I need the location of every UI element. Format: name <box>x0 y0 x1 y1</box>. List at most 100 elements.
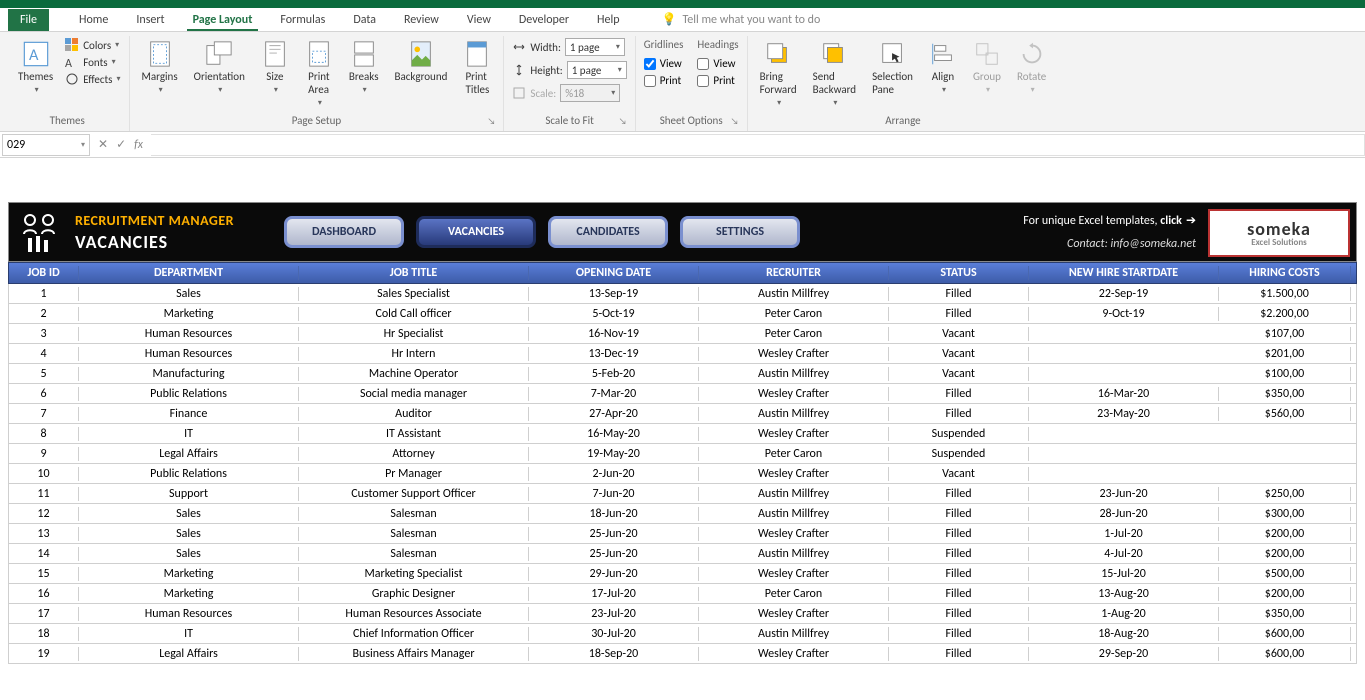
orientation-button[interactable]: Orientation▾ <box>190 38 249 97</box>
cell-rec[interactable]: Peter Caron <box>699 447 889 461</box>
cell-open[interactable]: 25-Jun-20 <box>529 527 699 541</box>
cell-cost[interactable]: $560,00 <box>1219 407 1351 421</box>
cell-title[interactable]: Customer Support Officer <box>299 487 529 501</box>
table-row[interactable]: 4Human ResourcesHr Intern13-Dec-19Wesley… <box>8 344 1357 364</box>
cell-title[interactable]: Graphic Designer <box>299 587 529 601</box>
themes-button[interactable]: A Themes▾ <box>14 38 57 97</box>
tab-view[interactable]: View <box>461 9 497 31</box>
height-input[interactable]: 1 page▾ <box>567 61 627 79</box>
scale-launcher-icon[interactable]: ↘ <box>619 116 627 127</box>
table-row[interactable]: 13SalesSalesman25-Jun-20Wesley CrafterFi… <box>8 524 1357 544</box>
tab-help[interactable]: Help <box>591 9 626 31</box>
cell-id[interactable]: 18 <box>9 627 79 641</box>
cell-cost[interactable]: $600,00 <box>1219 627 1351 641</box>
cell-open[interactable]: 29-Jun-20 <box>529 567 699 581</box>
name-box[interactable]: 029▾ <box>2 134 90 156</box>
cell-title[interactable]: Attorney <box>299 447 529 461</box>
table-row[interactable]: 19Legal AffairsBusiness Affairs Manager1… <box>8 644 1357 664</box>
cell-title[interactable]: Salesman <box>299 547 529 561</box>
cell-cost[interactable]: $201,00 <box>1219 347 1351 361</box>
cell-status[interactable]: Filled <box>889 607 1029 621</box>
cell-id[interactable]: 7 <box>9 407 79 421</box>
cell-dept[interactable]: Marketing <box>79 307 299 321</box>
col-department[interactable]: DEPARTMENT <box>79 266 299 280</box>
width-input[interactable]: 1 page▾ <box>565 38 625 56</box>
breaks-button[interactable]: Breaks▾ <box>345 38 383 97</box>
margins-button[interactable]: Margins▾ <box>138 38 182 97</box>
cell-dept[interactable]: Public Relations <box>79 467 299 481</box>
cell-hire[interactable]: 4-Jul-20 <box>1029 547 1219 561</box>
cell-rec[interactable]: Austin Millfrey <box>699 367 889 381</box>
cell-rec[interactable]: Peter Caron <box>699 307 889 321</box>
col-recruiter[interactable]: RECRUITER <box>699 266 889 280</box>
cell-cost[interactable]: $300,00 <box>1219 507 1351 521</box>
someka-logo[interactable]: somekaExcel Solutions <box>1208 209 1350 257</box>
cell-title[interactable]: Hr Intern <box>299 347 529 361</box>
print-area-button[interactable]: Print Area▾ <box>301 38 337 110</box>
col-opening-date[interactable]: OPENING DATE <box>529 266 699 280</box>
cell-open[interactable]: 16-Nov-19 <box>529 327 699 341</box>
cell-status[interactable]: Filled <box>889 587 1029 601</box>
cell-dept[interactable]: Human Resources <box>79 607 299 621</box>
tab-formulas[interactable]: Formulas <box>274 9 331 31</box>
nav-vacancies-button[interactable]: VACANCIES <box>416 216 536 248</box>
cell-status[interactable]: Suspended <box>889 427 1029 441</box>
table-row[interactable]: 7FinanceAuditor27-Apr-20Austin MillfreyF… <box>8 404 1357 424</box>
cell-open[interactable]: 18-Sep-20 <box>529 647 699 661</box>
cell-dept[interactable]: Sales <box>79 527 299 541</box>
cell-dept[interactable]: Support <box>79 487 299 501</box>
headings-view-check[interactable]: View <box>697 57 738 70</box>
cell-dept[interactable]: Legal Affairs <box>79 647 299 661</box>
page-setup-launcher-icon[interactable]: ↘ <box>487 116 495 127</box>
cell-rec[interactable]: Wesley Crafter <box>699 607 889 621</box>
cell-id[interactable]: 16 <box>9 587 79 601</box>
table-row[interactable]: 11SupportCustomer Support Officer7-Jun-2… <box>8 484 1357 504</box>
cell-status[interactable]: Filled <box>889 527 1029 541</box>
cell-hire[interactable]: 1-Jul-20 <box>1029 527 1219 541</box>
cell-dept[interactable]: Sales <box>79 507 299 521</box>
cell-open[interactable]: 19-May-20 <box>529 447 699 461</box>
cell-status[interactable]: Filled <box>889 567 1029 581</box>
enter-icon[interactable]: ✓ <box>116 137 126 152</box>
fx-button[interactable]: fx <box>134 138 143 152</box>
tab-data[interactable]: Data <box>347 9 382 31</box>
table-row[interactable]: 10Public RelationsPr Manager2-Jun-20Wesl… <box>8 464 1357 484</box>
cell-dept[interactable]: Legal Affairs <box>79 447 299 461</box>
cell-id[interactable]: 10 <box>9 467 79 481</box>
cell-id[interactable]: 2 <box>9 307 79 321</box>
cell-open[interactable]: 25-Jun-20 <box>529 547 699 561</box>
cell-open[interactable]: 27-Apr-20 <box>529 407 699 421</box>
cell-cost[interactable]: $100,00 <box>1219 367 1351 381</box>
table-row[interactable]: 15MarketingMarketing Specialist29-Jun-20… <box>8 564 1357 584</box>
tab-home[interactable]: Home <box>73 9 114 31</box>
tab-developer[interactable]: Developer <box>513 9 575 31</box>
tell-me-search[interactable]: 💡 Tell me what you want to do <box>662 12 821 27</box>
cell-cost[interactable]: $2.200,00 <box>1219 307 1351 321</box>
cell-rec[interactable]: Wesley Crafter <box>699 647 889 661</box>
cell-id[interactable]: 17 <box>9 607 79 621</box>
cell-title[interactable]: Hr Specialist <box>299 327 529 341</box>
gridlines-print-check[interactable]: Print <box>644 74 684 87</box>
cell-open[interactable]: 5-Oct-19 <box>529 307 699 321</box>
cell-rec[interactable]: Wesley Crafter <box>699 467 889 481</box>
cell-status[interactable]: Vacant <box>889 367 1029 381</box>
cell-rec[interactable]: Wesley Crafter <box>699 527 889 541</box>
tab-review[interactable]: Review <box>398 9 445 31</box>
cell-rec[interactable]: Austin Millfrey <box>699 547 889 561</box>
table-row[interactable]: 14SalesSalesman25-Jun-20Austin MillfreyF… <box>8 544 1357 564</box>
cell-hire[interactable]: 1-Aug-20 <box>1029 607 1219 621</box>
cell-dept[interactable]: IT <box>79 627 299 641</box>
table-row[interactable]: 3Human ResourcesHr Specialist16-Nov-19Pe… <box>8 324 1357 344</box>
cell-status[interactable]: Vacant <box>889 467 1029 481</box>
table-row[interactable]: 12SalesSalesman18-Jun-20Austin MillfreyF… <box>8 504 1357 524</box>
cell-rec[interactable]: Austin Millfrey <box>699 487 889 501</box>
cell-cost[interactable]: $200,00 <box>1219 587 1351 601</box>
cell-status[interactable]: Filled <box>889 507 1029 521</box>
cell-title[interactable]: IT Assistant <box>299 427 529 441</box>
col-hiring-costs[interactable]: HIRING COSTS <box>1219 266 1351 280</box>
cell-title[interactable]: Auditor <box>299 407 529 421</box>
col-job-title[interactable]: JOB TITLE <box>299 266 529 280</box>
cell-title[interactable]: Machine Operator <box>299 367 529 381</box>
sheet-options-launcher-icon[interactable]: ↘ <box>731 116 739 127</box>
cancel-icon[interactable]: ✕ <box>98 137 108 152</box>
